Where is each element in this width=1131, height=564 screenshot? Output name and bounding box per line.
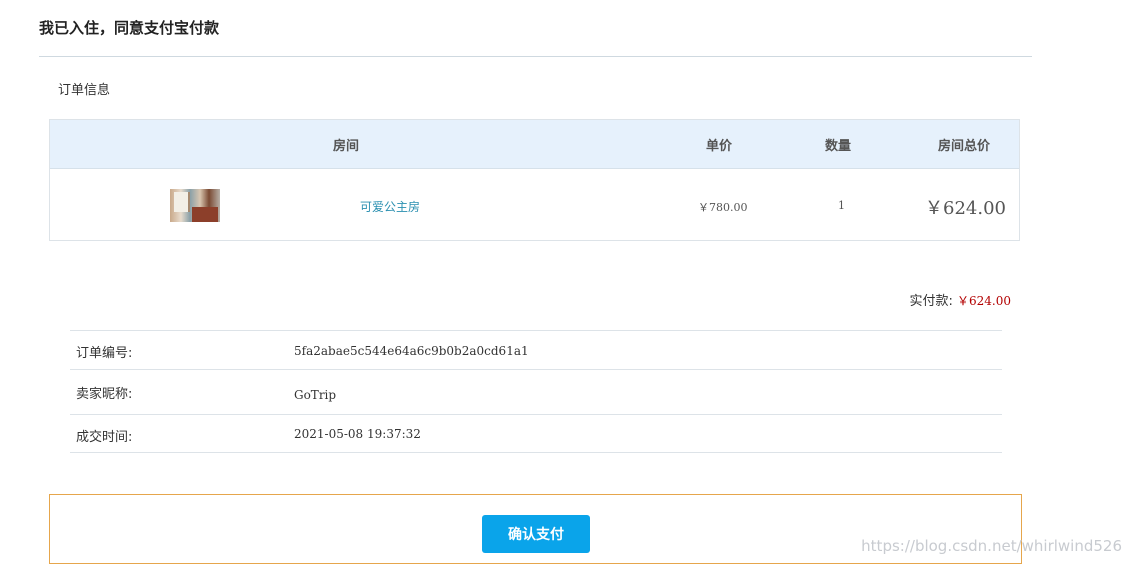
room-price: ￥780.00 xyxy=(698,201,748,214)
detail-row-seller: 卖家昵称: GoTrip xyxy=(70,369,1002,414)
payment-page: 我已入住，同意支付宝付款 订单信息 房间 单价 数量 房间总价 可爱公主房 ￥7… xyxy=(0,0,1131,564)
detail-value: 5fa2abae5c544e64a6c9b0b2a0cd61a1 xyxy=(294,344,529,358)
room-name-link[interactable]: 可爱公主房 xyxy=(360,198,420,215)
room-thumbnail-window xyxy=(174,192,190,212)
header-room: 房间 xyxy=(333,139,360,154)
room-thumbnail-bed xyxy=(192,207,218,222)
order-info-label: 订单信息 xyxy=(58,83,111,98)
payment-amount: ￥624.00 xyxy=(957,294,1011,308)
order-details: 订单编号: 5fa2abae5c544e64a6c9b0b2a0cd61a1 卖… xyxy=(70,330,1002,453)
detail-label: 成交时间: xyxy=(76,430,133,445)
detail-row-order-id: 订单编号: 5fa2abae5c544e64a6c9b0b2a0cd61a1 xyxy=(70,330,1002,369)
order-table: 房间 单价 数量 房间总价 可爱公主房 ￥780.00 1 ￥624.00 xyxy=(49,119,1020,241)
watermark: https://blog.csdn.net/whirlwind526 xyxy=(861,537,1122,555)
detail-label: 卖家昵称: xyxy=(76,387,133,402)
detail-value: GoTrip xyxy=(294,388,337,402)
page-title: 我已入住，同意支付宝付款 xyxy=(39,19,220,37)
detail-label: 订单编号: xyxy=(76,346,133,361)
title-divider xyxy=(39,56,1032,57)
room-total: ￥624.00 xyxy=(925,198,1006,219)
header-total: 房间总价 xyxy=(938,139,991,154)
confirm-payment-button[interactable]: 确认支付 xyxy=(482,515,590,553)
detail-row-time: 成交时间: 2021-05-08 19:37:32 xyxy=(70,414,1002,453)
payment-summary: 实付款: ￥624.00 xyxy=(909,290,1011,309)
header-quantity: 数量 xyxy=(825,139,852,154)
header-price: 单价 xyxy=(706,139,733,154)
room-thumbnail[interactable] xyxy=(170,189,220,222)
order-table-header: 房间 单价 数量 房间总价 xyxy=(50,120,1019,169)
payment-label: 实付款: xyxy=(909,294,953,309)
room-quantity: 1 xyxy=(838,199,845,212)
detail-value: 2021-05-08 19:37:32 xyxy=(294,427,421,441)
